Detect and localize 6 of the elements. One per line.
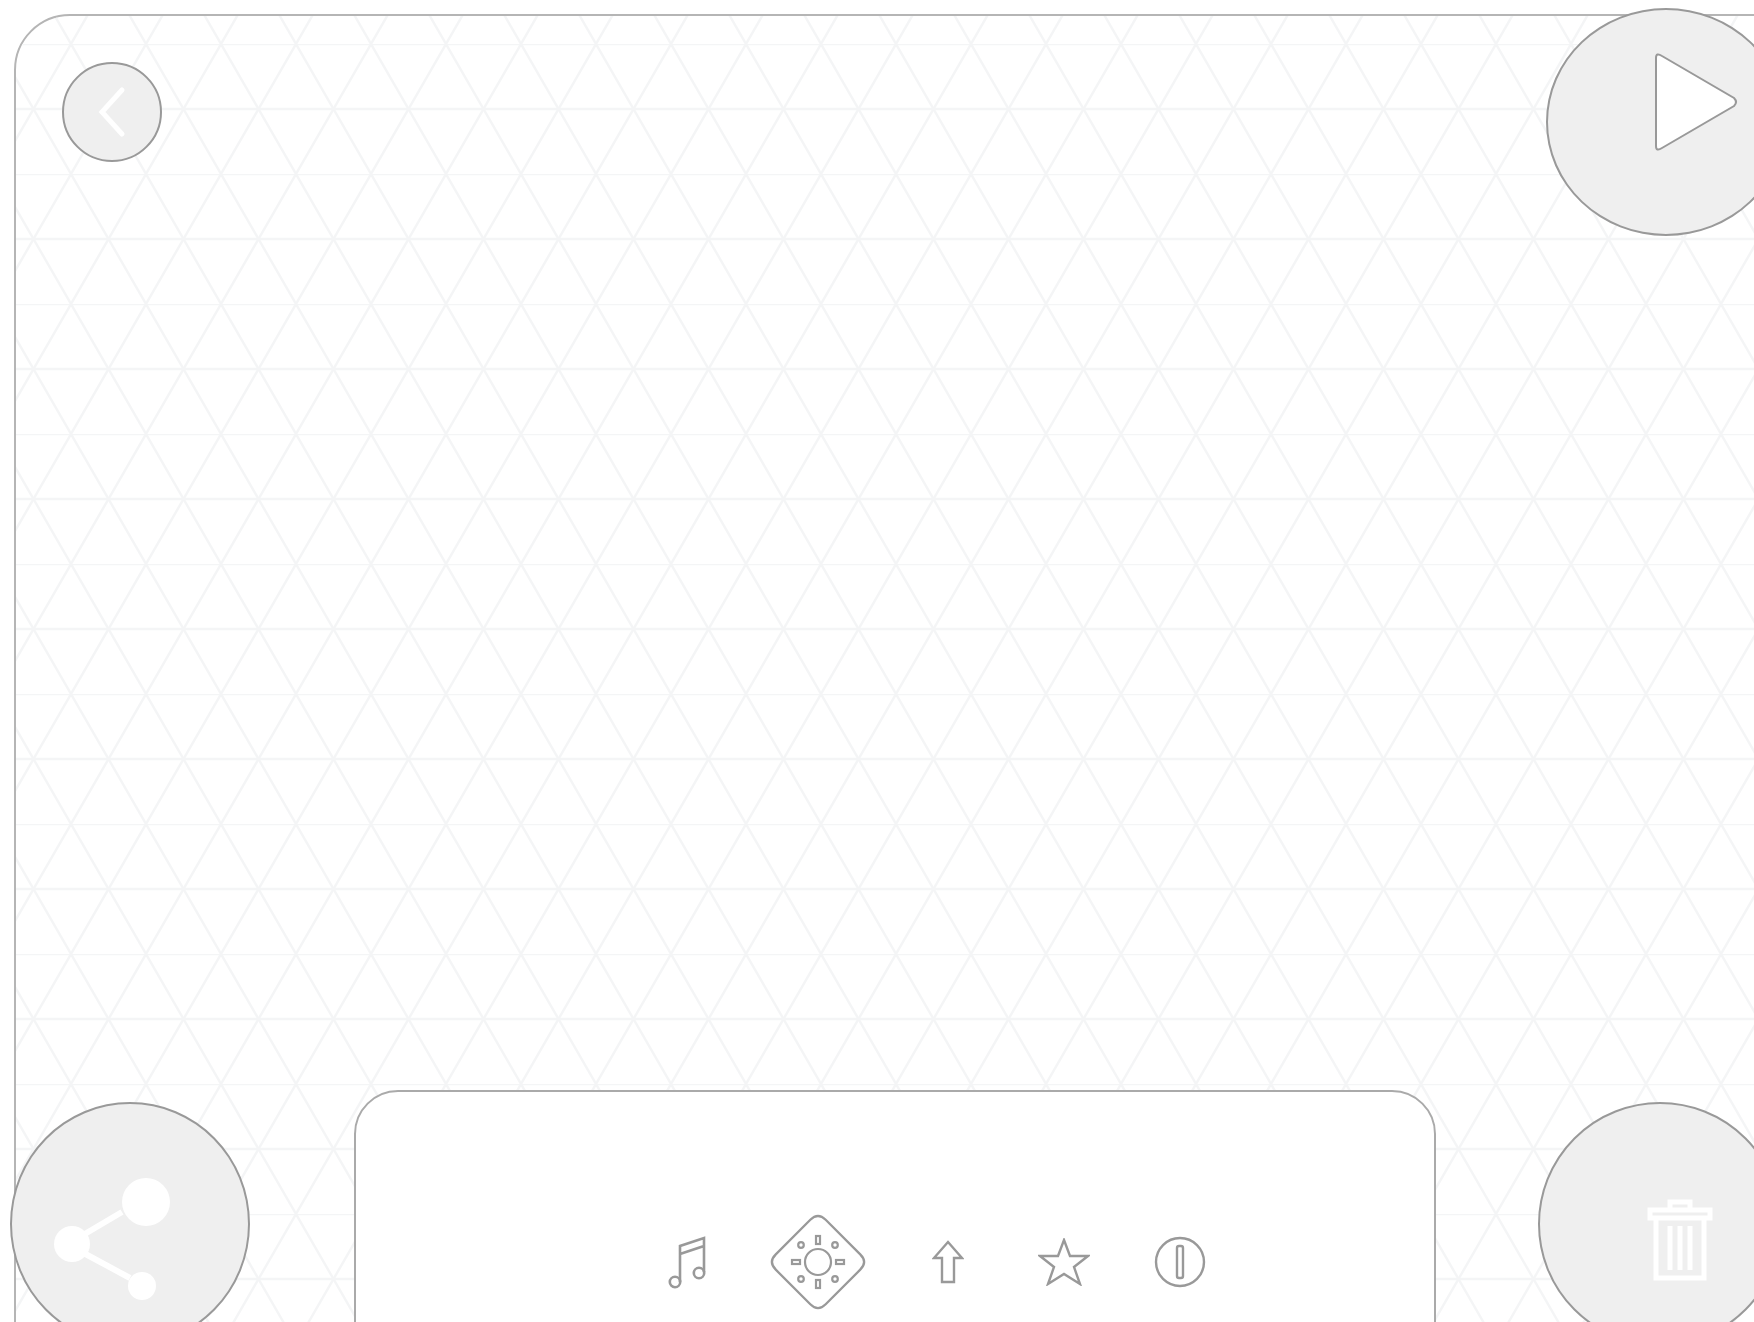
up-arrow-icon — [932, 1240, 964, 1284]
music-note-icon — [668, 1234, 708, 1290]
sun-icon — [788, 1232, 848, 1292]
exclamation-icon — [1154, 1236, 1206, 1288]
star-icon — [1038, 1238, 1090, 1286]
selected-tool-button[interactable] — [768, 1212, 868, 1312]
